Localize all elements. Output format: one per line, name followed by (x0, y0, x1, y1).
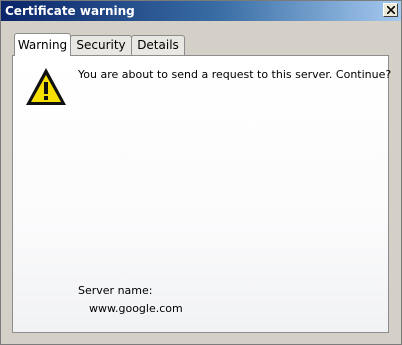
window-title: Certificate warning (5, 4, 135, 18)
close-icon (387, 6, 395, 14)
tab-panel-warning: You are about to send a request to this … (12, 55, 392, 333)
tab-warning[interactable]: Warning (14, 33, 71, 56)
close-button[interactable] (383, 3, 398, 17)
tab-security[interactable]: Security (70, 35, 132, 55)
server-name-label: Server name: (78, 284, 153, 297)
title-bar[interactable]: Certificate warning (1, 1, 401, 21)
server-name-value: www.google.com (89, 302, 183, 315)
warning-message: You are about to send a request to this … (78, 68, 392, 81)
tab-details[interactable]: Details (131, 35, 185, 55)
certificate-warning-dialog: Certificate warning Warning Security Det… (0, 0, 402, 345)
warning-icon (26, 68, 66, 105)
